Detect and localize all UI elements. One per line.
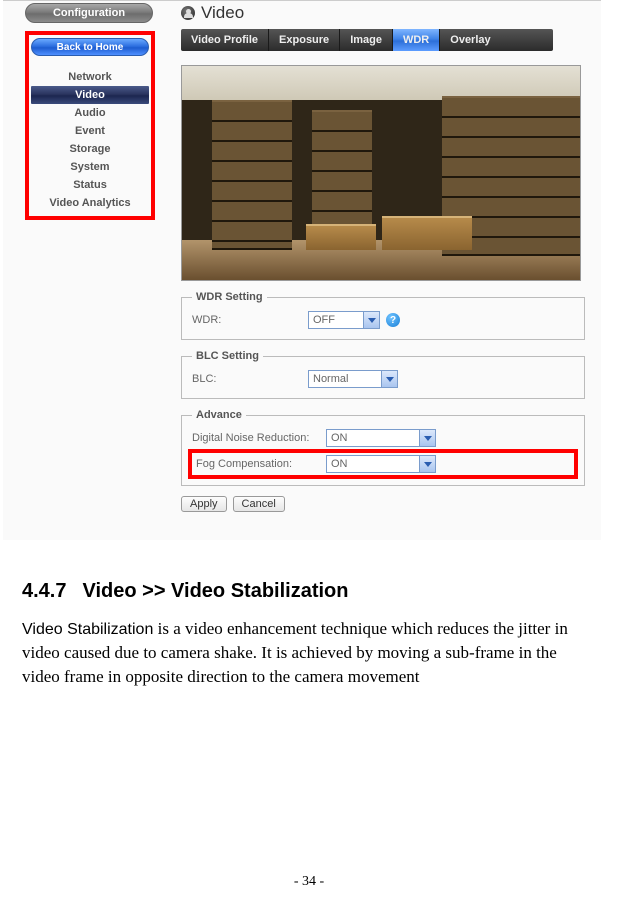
tab-wdr[interactable]: WDR bbox=[393, 29, 440, 51]
tab-bar: Video Profile Exposure Image WDR Overlay bbox=[181, 29, 553, 51]
sidebar-item-event[interactable]: Event bbox=[31, 122, 149, 140]
body-lead: Video Stabilization bbox=[22, 621, 153, 638]
sidebar-item-network[interactable]: Network bbox=[31, 68, 149, 86]
help-icon[interactable]: ? bbox=[386, 313, 400, 327]
app-screenshot: Configuration Back to Home Network Video… bbox=[3, 0, 601, 540]
wdr-fieldset: WDR Setting WDR: OFF ? bbox=[181, 291, 585, 340]
blc-label: BLC: bbox=[192, 373, 302, 385]
tab-image[interactable]: Image bbox=[340, 29, 393, 51]
advance-fieldset: Advance Digital Noise Reduction: ON Fog … bbox=[181, 409, 585, 486]
section-heading: 4.4.7 Video >> Video Stabilization bbox=[22, 580, 596, 603]
blc-fieldset: BLC Setting BLC: Normal bbox=[181, 350, 585, 399]
heading-title: Video >> Video Stabilization bbox=[82, 580, 348, 602]
dnr-label: Digital Noise Reduction: bbox=[192, 432, 320, 444]
wdr-select[interactable]: OFF bbox=[308, 311, 380, 329]
sidebar-highlight-box: Back to Home Network Video Audio Event S… bbox=[25, 31, 155, 220]
sidebar-item-system[interactable]: System bbox=[31, 158, 149, 176]
fog-select[interactable]: ON bbox=[326, 455, 436, 473]
sidebar-item-audio[interactable]: Audio bbox=[31, 104, 149, 122]
document-body: 4.4.7 Video >> Video Stabilization Video … bbox=[0, 540, 618, 689]
blc-legend: BLC Setting bbox=[192, 350, 263, 362]
sidebar-item-video[interactable]: Video bbox=[31, 86, 149, 104]
page-title: Video bbox=[201, 3, 244, 23]
blc-select[interactable]: Normal bbox=[308, 370, 398, 388]
chevron-down-icon bbox=[381, 371, 397, 387]
sidebar-item-video-analytics[interactable]: Video Analytics bbox=[31, 194, 149, 212]
settings-area: WDR Setting WDR: OFF ? BLC Setting BLC: … bbox=[181, 291, 585, 512]
button-row: Apply Cancel bbox=[181, 496, 585, 512]
page-number: - 34 - bbox=[0, 874, 618, 890]
person-icon bbox=[181, 6, 195, 20]
tab-video-profile[interactable]: Video Profile bbox=[181, 29, 269, 51]
wdr-label: WDR: bbox=[192, 314, 302, 326]
wdr-legend: WDR Setting bbox=[192, 291, 267, 303]
page-title-row: Video bbox=[181, 1, 593, 29]
advance-legend: Advance bbox=[192, 409, 246, 421]
apply-button[interactable]: Apply bbox=[181, 496, 227, 512]
dnr-select[interactable]: ON bbox=[326, 429, 436, 447]
chevron-down-icon bbox=[419, 430, 435, 446]
body-paragraph: Video Stabilization is a video enhanceme… bbox=[22, 617, 596, 689]
chevron-down-icon bbox=[363, 312, 379, 328]
fog-highlight-box: Fog Compensation: ON bbox=[188, 449, 578, 479]
wdr-select-value: OFF bbox=[313, 314, 335, 326]
sidebar-item-status[interactable]: Status bbox=[31, 176, 149, 194]
blc-select-value: Normal bbox=[313, 373, 348, 385]
sidebar-item-storage[interactable]: Storage bbox=[31, 140, 149, 158]
sidebar: Configuration Back to Home Network Video… bbox=[25, 3, 155, 220]
chevron-down-icon bbox=[419, 456, 435, 472]
configuration-button[interactable]: Configuration bbox=[25, 3, 153, 23]
back-to-home-button[interactable]: Back to Home bbox=[31, 38, 149, 56]
tab-exposure[interactable]: Exposure bbox=[269, 29, 340, 51]
fog-label: Fog Compensation: bbox=[196, 458, 320, 470]
cancel-button[interactable]: Cancel bbox=[233, 496, 285, 512]
tab-overlay[interactable]: Overlay bbox=[440, 29, 500, 51]
fog-select-value: ON bbox=[331, 458, 348, 470]
video-preview bbox=[181, 65, 581, 281]
main-panel: Video Video Profile Exposure Image WDR O… bbox=[181, 1, 593, 512]
heading-number: 4.4.7 bbox=[22, 580, 66, 602]
dnr-select-value: ON bbox=[331, 432, 348, 444]
